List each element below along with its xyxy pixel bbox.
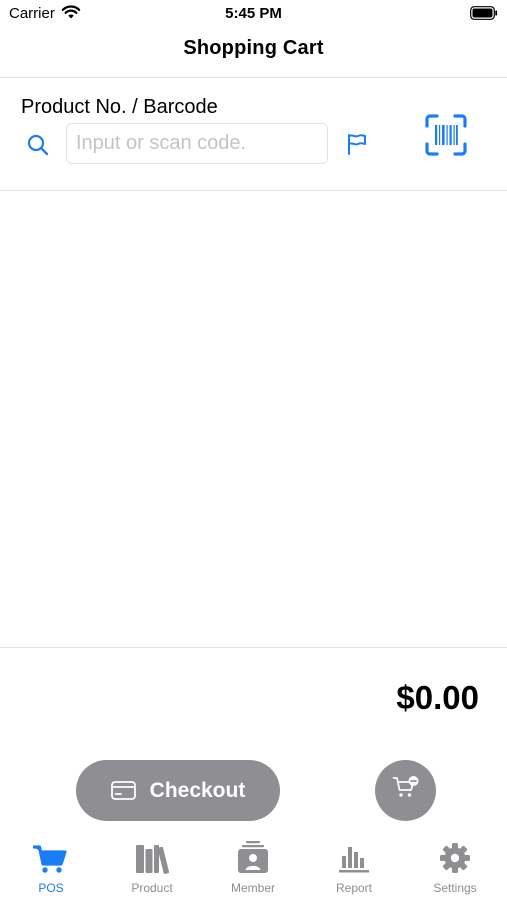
clear-cart-button[interactable] [375, 760, 436, 821]
flag-icon[interactable] [346, 133, 368, 160]
search-label: Product No. / Barcode [21, 96, 218, 118]
cart-list[interactable] [0, 191, 507, 647]
cart-total: $0.00 [396, 679, 479, 716]
tab-label-settings: Settings [433, 881, 477, 895]
bar-chart-icon [304, 838, 404, 874]
tab-member[interactable]: Member [203, 838, 303, 895]
tab-label-product: Product [131, 881, 173, 895]
gear-icon [405, 838, 505, 874]
cart-divider [0, 647, 507, 648]
tab-report[interactable]: Report [304, 838, 404, 895]
page-title: Shopping Cart [183, 37, 324, 59]
tab-label-report: Report [335, 881, 373, 895]
cart-remove-icon [392, 775, 420, 806]
books-icon [102, 838, 202, 874]
tab-bar: POS Product Member Report Settings [0, 838, 507, 900]
cart-icon [1, 838, 101, 874]
barcode-scan-icon[interactable] [425, 114, 467, 161]
search-input[interactable] [66, 123, 328, 164]
tab-label-pos: POS [38, 881, 64, 895]
status-bar: Carrier 5:45 PM [0, 0, 507, 28]
tab-product[interactable]: Product [102, 838, 202, 895]
search-icon[interactable] [27, 134, 49, 161]
tab-label-member: Member [230, 881, 275, 895]
tab-pos[interactable]: POS [1, 838, 101, 895]
credit-card-icon [110, 781, 136, 800]
checkout-label: Checkout [149, 778, 246, 802]
checkout-button[interactable]: Checkout [76, 760, 280, 821]
header-divider [0, 77, 507, 78]
tab-settings[interactable]: Settings [405, 838, 505, 895]
member-card-icon [203, 838, 303, 874]
clock: 5:45 PM [225, 5, 282, 22]
battery-icon [470, 6, 498, 25]
